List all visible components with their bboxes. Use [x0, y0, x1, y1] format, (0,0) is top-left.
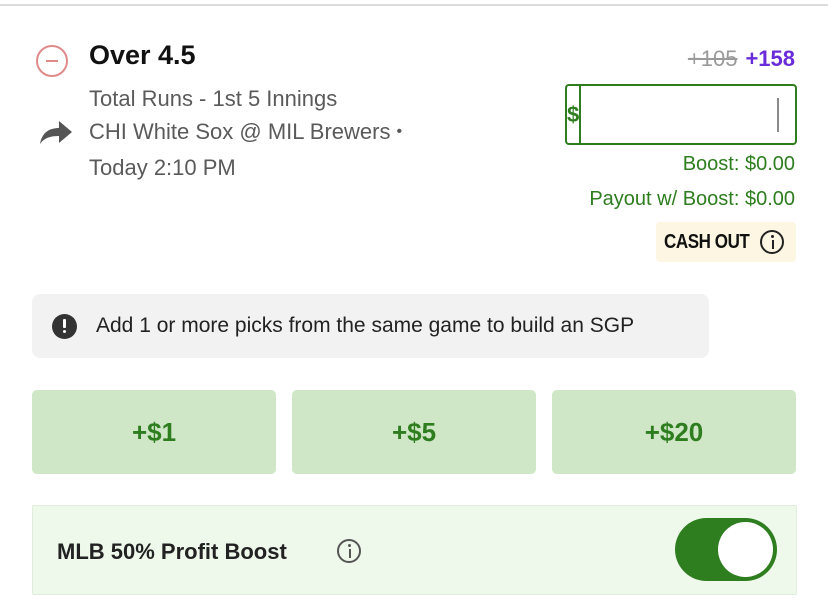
profit-boost-toggle[interactable] — [675, 518, 777, 581]
stake-input-group: $ — [565, 84, 828, 145]
original-odds: +105 — [687, 46, 738, 71]
sgp-notice: Add 1 or more picks from the same game t… — [32, 294, 709, 358]
stake-input[interactable] — [581, 86, 828, 143]
game-time: Today 2:10 PM — [89, 155, 236, 180]
sgp-notice-text: Add 1 or more picks from the same game t… — [96, 314, 635, 337]
market-name: Total Runs - 1st 5 Innings — [89, 86, 338, 111]
cash-out-label: CASH OUT — [664, 230, 750, 253]
top-divider — [0, 4, 828, 6]
text-cursor — [777, 98, 779, 132]
matchup: CHI White Sox @ MIL Brewers • — [89, 119, 402, 145]
payout-amount: Payout w/ Boost: $0.00 — [589, 188, 795, 210]
boosted-odds: +158 — [745, 46, 795, 71]
remove-pick-button[interactable] — [36, 45, 68, 77]
toggle-knob — [718, 522, 773, 577]
pick-title: Over 4.5 — [89, 40, 196, 70]
odds: +105 +158 — [688, 46, 795, 72]
currency-symbol: $ — [567, 86, 582, 143]
quick-add-1-button[interactable]: +$1 — [32, 390, 276, 474]
profit-boost-label: MLB 50% Profit Boost — [57, 539, 287, 564]
alert-icon — [52, 314, 77, 339]
profit-boost-row: MLB 50% Profit Boost — [32, 505, 797, 595]
matchup-dot: • — [396, 123, 403, 140]
share-icon[interactable] — [38, 118, 74, 146]
quick-add-20-button[interactable]: +$20 — [552, 390, 796, 474]
info-icon[interactable] — [337, 539, 361, 563]
quick-add-5-button[interactable]: +$5 — [292, 390, 536, 474]
boost-amount: Boost: $0.00 — [682, 153, 795, 175]
matchup-text: CHI White Sox @ MIL Brewers — [89, 119, 391, 144]
cash-out-badge[interactable]: CASH OUT — [656, 222, 796, 262]
info-icon[interactable] — [760, 230, 784, 254]
